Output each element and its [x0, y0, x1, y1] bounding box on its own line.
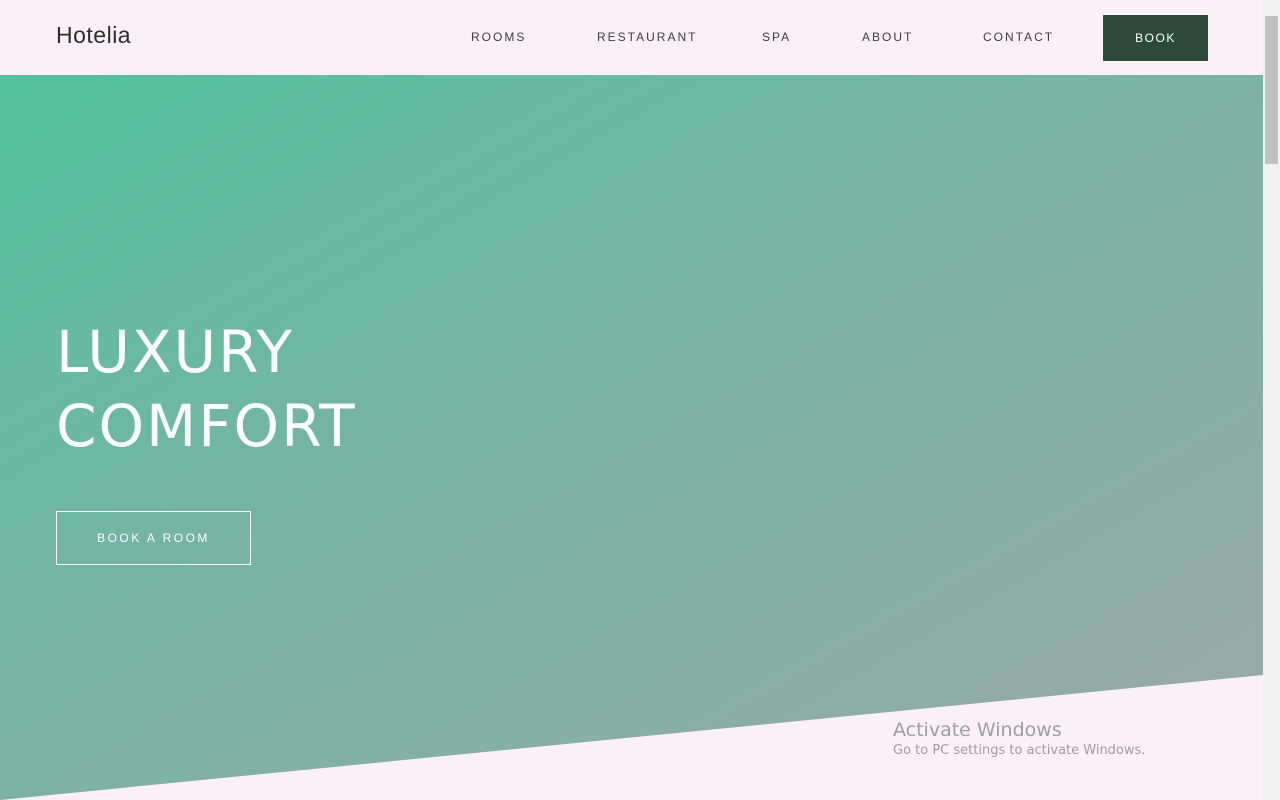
nav-link-about[interactable]: ABOUT	[862, 30, 913, 44]
book-button[interactable]: BOOK	[1103, 15, 1208, 61]
nav-link-spa[interactable]: SPA	[762, 30, 791, 44]
page-scrollbar[interactable]	[1263, 0, 1280, 800]
nav-link-contact[interactable]: CONTACT	[983, 30, 1054, 44]
nav-link-rooms[interactable]: ROOMS	[471, 30, 526, 44]
page: Hotelia ROOMS RESTAURANT SPA ABOUT CONTA…	[0, 0, 1263, 800]
top-navbar: Hotelia ROOMS RESTAURANT SPA ABOUT CONTA…	[0, 0, 1263, 75]
site-logo[interactable]: Hotelia	[56, 22, 131, 49]
hero-title-line-1: LUXURY	[56, 318, 295, 386]
hero-title-line-2: COMFORT	[56, 392, 357, 460]
scrollbar-thumb[interactable]	[1265, 16, 1278, 164]
nav-link-restaurant[interactable]: RESTAURANT	[597, 30, 697, 44]
hero-title: LUXURY COMFORT	[56, 315, 357, 463]
book-a-room-button[interactable]: BOOK A ROOM	[56, 511, 251, 565]
